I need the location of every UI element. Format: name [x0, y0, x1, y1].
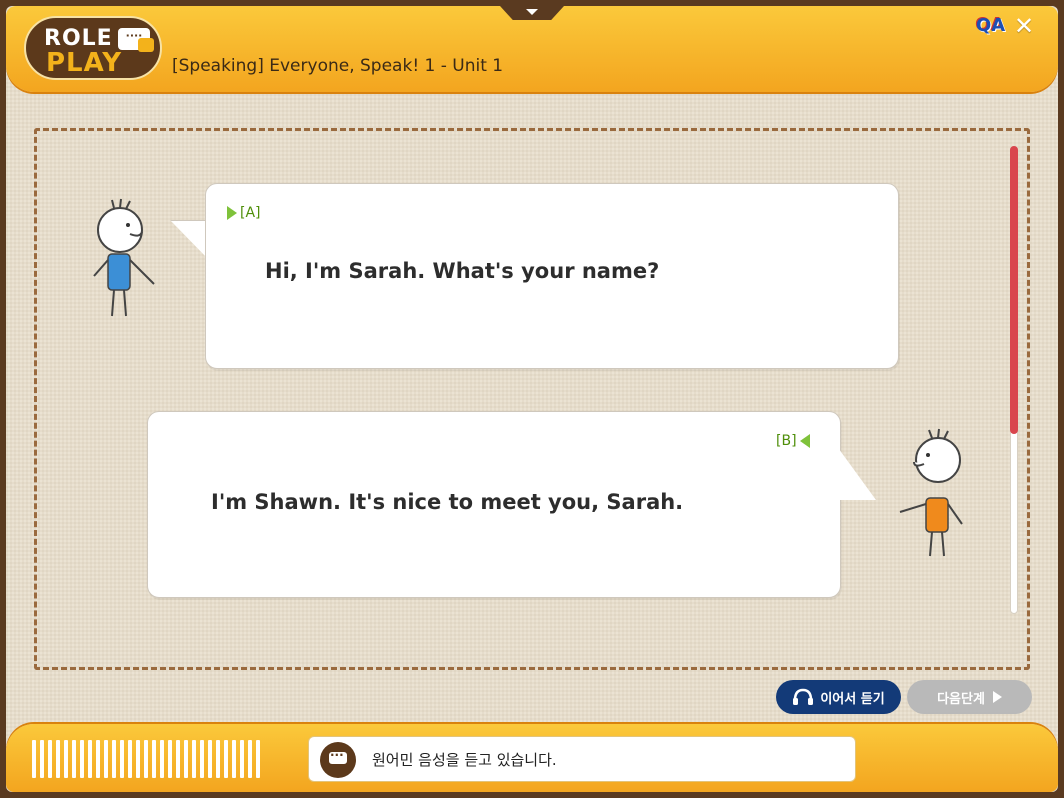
- speaker-label-a: [A]: [240, 205, 261, 221]
- logo-play-text: PLAY: [46, 48, 123, 78]
- close-button[interactable]: ✕: [1014, 12, 1034, 40]
- dialogue-line-a: Hi, I'm Sarah. What's your name?: [265, 259, 660, 283]
- speech-bubble-small-icon: [138, 38, 154, 52]
- next-step-label: 다음단계: [937, 691, 985, 707]
- continue-listening-label: 이어서 듣기: [820, 691, 885, 707]
- scrollbar-thumb[interactable]: [1010, 146, 1018, 434]
- speaker-tag-a[interactable]: [A]: [227, 205, 261, 221]
- page-title: [Speaking] Everyone, Speak! 1 - Unit 1: [172, 56, 504, 76]
- play-icon[interactable]: [799, 434, 810, 448]
- dialogue-line-b: I'm Shawn. It's nice to meet you, Sarah.: [211, 490, 684, 514]
- speaker-tag-b[interactable]: [B]: [776, 433, 810, 449]
- speaker-label-b: [B]: [776, 433, 797, 449]
- chat-icon: [320, 742, 356, 778]
- headphones-icon: [793, 688, 814, 705]
- audio-level-meter: [32, 740, 268, 778]
- play-icon[interactable]: [227, 206, 237, 220]
- next-step-button[interactable]: 다음단계: [907, 680, 1032, 714]
- status-message: 원어민 음성을 듣고 있습니다.: [372, 751, 557, 769]
- play-arrow-icon: [992, 691, 1002, 703]
- app-frame: ROLE PLAY ···· [Speaking] Everyone, Spea…: [0, 0, 1064, 798]
- qa-button[interactable]: QA: [976, 15, 1005, 36]
- character-b-icon: [899, 428, 963, 557]
- character-a-icon: [93, 198, 155, 317]
- roleplay-logo: ROLE PLAY ····: [24, 16, 162, 80]
- continue-listening-button[interactable]: 이어서 듣기: [776, 680, 901, 714]
